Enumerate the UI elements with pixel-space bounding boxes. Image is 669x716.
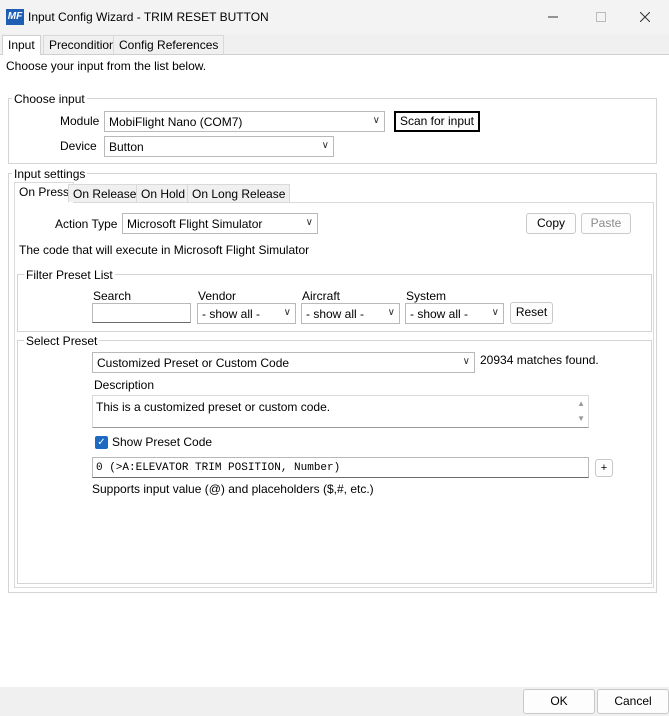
search-input[interactable] [92,303,191,323]
description-value: This is a customized preset or custom co… [96,400,331,414]
preset-code-input[interactable]: 0 (>A:ELEVATOR TRIM POSITION, Number) [92,457,589,478]
tab-on-hold[interactable]: On Hold [136,184,191,202]
vendor-value: - show all - [202,307,261,321]
device-value: Button [109,140,144,154]
vendor-select[interactable]: - show all - ∨ [197,303,296,324]
reset-button[interactable]: Reset [510,302,553,324]
system-label: System [406,289,447,303]
chevron-down-icon: ∨ [321,140,329,151]
select-preset-title: Select Preset [24,334,100,348]
minimize-button[interactable] [530,0,576,34]
tab-input[interactable]: Input [2,35,41,55]
add-code-button[interactable]: + [595,459,613,477]
action-type-label: Action Type [55,217,118,231]
preset-value: Customized Preset or Custom Code [97,356,290,370]
search-label: Search [93,289,132,303]
action-type-value: Microsoft Flight Simulator [127,217,263,231]
scan-for-input-button[interactable]: Scan for input [394,111,480,132]
close-button[interactable] [622,0,668,34]
intro-text: Choose your input from the list below. [6,59,207,73]
description-textarea[interactable]: This is a customized preset or custom co… [92,395,589,428]
paste-button[interactable]: Paste [581,213,631,234]
show-preset-code-checkbox[interactable]: ✓ [95,436,108,449]
module-label: Module [60,114,100,128]
tab-precondition[interactable]: Precondition [43,35,122,54]
description-label: Description [94,378,155,392]
matches-count: 20934 matches found. [480,353,599,367]
device-select[interactable]: Button ∨ [104,136,334,157]
tab-on-long-release[interactable]: On Long Release [187,184,291,202]
action-type-select[interactable]: Microsoft Flight Simulator ∨ [122,213,318,234]
input-settings-title: Input settings [12,167,88,181]
aircraft-value: - show all - [306,307,365,321]
window-title: Input Config Wizard - TRIM RESET BUTTON [28,10,269,24]
filter-preset-title: Filter Preset List [24,268,115,282]
chevron-down-icon: ∨ [305,217,313,228]
vendor-label: Vendor [198,289,237,303]
maximize-button [578,0,624,34]
device-label: Device [60,139,97,153]
aircraft-label: Aircraft [302,289,341,303]
chevron-down-icon: ∨ [462,356,470,367]
scroll-down-icon[interactable]: ▼ [577,414,585,423]
chevron-down-icon: ∨ [283,307,291,318]
maximize-icon [596,12,606,22]
choose-input-title: Choose input [12,92,87,106]
ok-button[interactable]: OK [523,689,595,714]
supports-text: Supports input value (@) and placeholder… [92,482,374,496]
system-select[interactable]: - show all - ∨ [405,303,504,324]
app-logo-icon: MF [6,9,24,25]
cancel-button[interactable]: Cancel [597,689,669,714]
tab-on-press[interactable]: On Press [14,182,75,203]
tab-on-release[interactable]: On Release [68,184,142,202]
preset-select[interactable]: Customized Preset or Custom Code ∨ [92,352,475,373]
chevron-down-icon: ∨ [491,307,499,318]
chevron-down-icon: ∨ [372,115,380,126]
tab-config-references[interactable]: Config References [113,35,225,54]
show-preset-code-label: Show Preset Code [112,435,213,449]
module-value: MobiFlight Nano (COM7) [109,115,243,129]
aircraft-select[interactable]: - show all - ∨ [301,303,400,324]
close-icon [640,12,650,22]
scroll-up-icon[interactable]: ▲ [577,399,585,408]
code-description-text: The code that will execute in Microsoft … [19,243,310,257]
chevron-down-icon: ∨ [387,307,395,318]
system-value: - show all - [410,307,469,321]
module-select[interactable]: MobiFlight Nano (COM7) ∨ [104,111,385,132]
minimize-icon [548,16,558,18]
copy-button[interactable]: Copy [526,213,576,234]
